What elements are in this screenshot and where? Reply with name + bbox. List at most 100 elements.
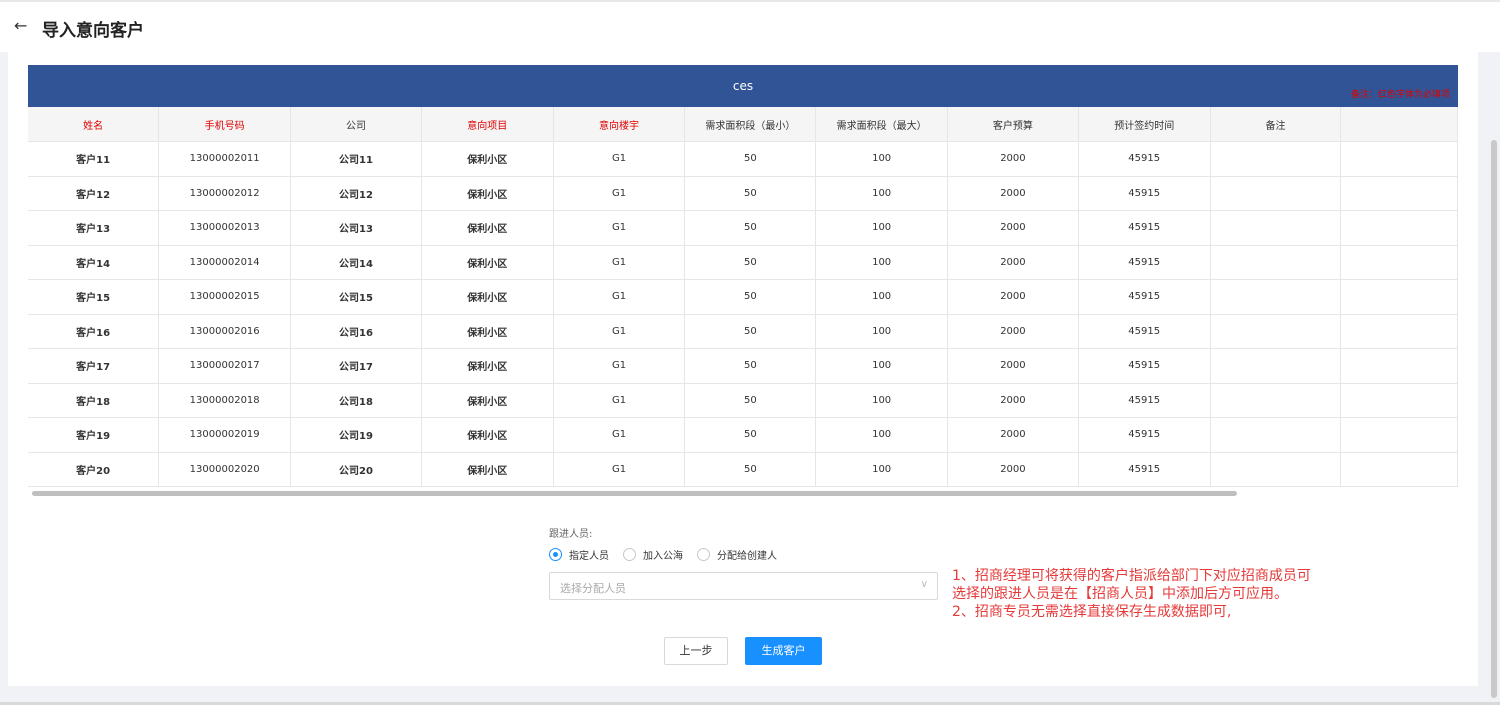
- table-row[interactable]: 客户15 13000002015 公司15 保利小区 G1 50 100 2000 45915: [28, 279, 1458, 315]
- table-cell: 100: [815, 348, 949, 384]
- table-cell: [1210, 141, 1342, 177]
- table-cell: [1210, 452, 1342, 487]
- table-cell: 100: [815, 279, 949, 315]
- table-cell: 50: [684, 383, 817, 418]
- table-cell: 100: [815, 314, 949, 349]
- table-row[interactable]: 客户19 13000002019 公司19 保利小区 G1 50 100 2000 45915: [28, 417, 1458, 453]
- table-cell: 公司14: [290, 245, 422, 280]
- table-cell: 13000002020: [158, 452, 292, 487]
- table-row[interactable]: 客户18 13000002018 公司18 保利小区 G1 50 100 2000 45915: [28, 383, 1458, 418]
- table-cell: [1340, 383, 1458, 418]
- radio-option[interactable]: 指定人员: [549, 547, 609, 562]
- table-cell: 50: [684, 141, 817, 177]
- table-cell: [1340, 348, 1458, 384]
- table-cell: 客户12: [28, 176, 160, 211]
- column-header: 意向项目: [421, 107, 554, 142]
- table-cell: 45915: [1078, 452, 1211, 487]
- table-cell: 客户11: [28, 141, 160, 177]
- table-cell: 13000002011: [158, 141, 292, 177]
- table-cell: 50: [684, 452, 817, 487]
- table-cell: 客户15: [28, 279, 160, 315]
- table-cell: 13000002014: [158, 245, 292, 280]
- table-cell: 100: [815, 452, 949, 487]
- instruction-line-2: 2、招商专员无需选择直接保存生成数据即可,: [952, 604, 1232, 620]
- table-cell: 100: [815, 245, 949, 280]
- generate-customers-button[interactable]: 生成客户: [745, 637, 822, 665]
- table-cell: 保利小区: [421, 279, 554, 315]
- table-cell: 100: [815, 210, 949, 246]
- table-cell: [1340, 417, 1458, 453]
- table-cell: 公司11: [290, 141, 422, 177]
- radio-label: 指定人员: [569, 551, 609, 562]
- table-cell: 保利小区: [421, 383, 554, 418]
- column-header: 手机号码: [158, 107, 292, 142]
- table-cell: 客户19: [28, 417, 160, 453]
- vertical-scrollbar[interactable]: [1491, 140, 1497, 698]
- radio-unchecked-icon[interactable]: [623, 548, 636, 561]
- table-cell: 保利小区: [421, 245, 554, 280]
- horizontal-scrollbar[interactable]: [32, 491, 1237, 496]
- table-row[interactable]: 客户14 13000002014 公司14 保利小区 G1 50 100 2000 45915: [28, 245, 1458, 280]
- table-cell: 保利小区: [421, 141, 554, 177]
- table-cell: 13000002012: [158, 176, 292, 211]
- table-cell: 2000: [947, 383, 1079, 418]
- radio-label: 分配给创建人: [717, 551, 777, 562]
- radio-unchecked-icon[interactable]: [697, 548, 710, 561]
- instruction-line-1: 1、招商经理可将获得的客户指派给部门下对应招商成员可选择的跟进人员是在【招商人员…: [952, 568, 1311, 602]
- table-row[interactable]: 客户17 13000002017 公司17 保利小区 G1 50 100 2000 45915: [28, 348, 1458, 384]
- table-cell: 13000002013: [158, 210, 292, 246]
- column-header: [1340, 107, 1458, 142]
- table-cell: 2000: [947, 452, 1079, 487]
- table-cell: 公司12: [290, 176, 422, 211]
- table-cell: 100: [815, 176, 949, 211]
- chevron-down-icon: ∨: [920, 579, 928, 590]
- table-cell: 13000002018: [158, 383, 292, 418]
- table-cell: G1: [553, 383, 686, 418]
- column-header: 客户预算: [947, 107, 1079, 142]
- table-cell: 保利小区: [421, 417, 554, 453]
- radio-option[interactable]: 加入公海: [623, 547, 683, 562]
- back-arrow-icon[interactable]: ←: [14, 16, 27, 35]
- table-cell: 45915: [1078, 245, 1211, 280]
- table-row[interactable]: 客户20 13000002020 公司20 保利小区 G1 50 100 2000 45915: [28, 452, 1458, 487]
- table-cell: 2000: [947, 210, 1079, 246]
- table-cell: 客户20: [28, 452, 160, 487]
- table-cell: G1: [553, 176, 686, 211]
- table-cell: [1210, 383, 1342, 418]
- assign-staff-select[interactable]: 选择分配人员 ∨: [549, 572, 938, 600]
- import-data-table: 姓名 手机号码 公司 意向项目 意向楼宇 需求面积段（最小） 需求面积段（最大） 客户预算 预计…: [28, 107, 1458, 487]
- table-row[interactable]: 客户16 13000002016 公司16 保利小区 G1 50 100 2000 45915: [28, 314, 1458, 349]
- table-cell: 50: [684, 314, 817, 349]
- table-cell: 2000: [947, 417, 1079, 453]
- table-cell: 50: [684, 279, 817, 315]
- table-row[interactable]: 客户12 13000002012 公司12 保利小区 G1 50 100 2000 45915: [28, 176, 1458, 211]
- table-cell: [1340, 452, 1458, 487]
- table-cell: [1340, 210, 1458, 246]
- table-cell: 保利小区: [421, 452, 554, 487]
- radio-checked-icon[interactable]: [549, 548, 562, 561]
- table-cell: 50: [684, 417, 817, 453]
- table-cell: [1210, 245, 1342, 280]
- table-cell: [1340, 176, 1458, 211]
- table-cell: 保利小区: [421, 210, 554, 246]
- table-cell: 2000: [947, 245, 1079, 280]
- radio-option[interactable]: 分配给创建人: [697, 547, 777, 562]
- previous-step-button[interactable]: 上一步: [664, 637, 728, 665]
- table-cell: 100: [815, 417, 949, 453]
- column-header: 意向楼宇: [553, 107, 686, 142]
- table-cell: 13000002017: [158, 348, 292, 384]
- table-row[interactable]: 客户11 13000002011 公司11 保利小区 G1 50 100 2000 45915: [28, 141, 1458, 177]
- table-row[interactable]: 客户13 13000002013 公司13 保利小区 G1 50 100 2000 45915: [28, 210, 1458, 246]
- table-cell: 100: [815, 383, 949, 418]
- instruction-note: 1、招商经理可将获得的客户指派给部门下对应招商成员可选择的跟进人员是在【招商人员…: [952, 567, 1322, 621]
- table-cell: [1210, 348, 1342, 384]
- column-header: 需求面积段（最小）: [684, 107, 817, 142]
- table-cell: [1210, 417, 1342, 453]
- follow-staff-label: 跟进人员:: [549, 529, 593, 540]
- table-cell: 2000: [947, 314, 1079, 349]
- table-cell: 2000: [947, 141, 1079, 177]
- table-cell: 45915: [1078, 279, 1211, 315]
- top-bar: ← 导入意向客户: [0, 0, 1500, 52]
- column-header: 公司: [290, 107, 422, 142]
- table-cell: 客户14: [28, 245, 160, 280]
